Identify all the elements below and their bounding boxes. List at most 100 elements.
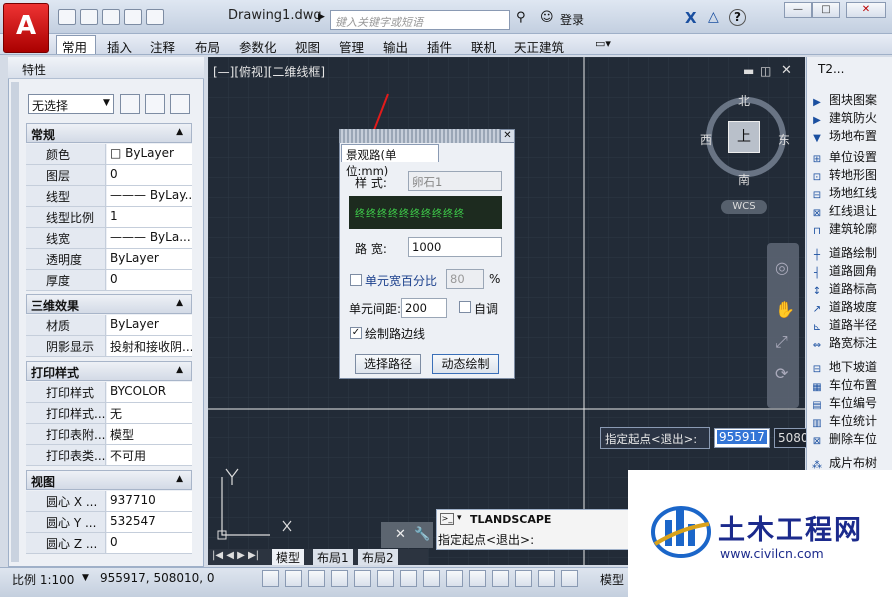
property-row[interactable]: 材质 ByLayer [26,315,192,336]
polar-tracking-icon[interactable] [354,570,371,587]
section-general[interactable]: 常规 ▲ [26,123,192,143]
quick-select-icon[interactable] [170,94,190,114]
chevron-down-icon[interactable]: ▾ [457,513,462,523]
property-row[interactable]: 阴影显示 投射和接收阴... [26,336,192,357]
property-value[interactable]: 模型 [107,424,192,444]
viewport-close-icon[interactable]: ✕ [781,63,792,78]
property-value[interactable]: □ ByLayer [107,144,192,164]
help-button[interactable]: ? [729,9,746,26]
property-value[interactable]: 937710 [107,491,192,511]
object-snap-icon[interactable] [377,570,394,587]
minimize-button[interactable]: — [784,2,812,18]
show-lineweight-icon[interactable] [492,570,509,587]
quick-properties-icon[interactable] [538,570,555,587]
property-value[interactable]: 0 [107,270,192,290]
section-3d-effects[interactable]: 三维效果 ▲ [26,294,192,314]
select-objects-icon[interactable] [145,94,165,114]
property-value[interactable]: 投射和接收阴... [107,336,192,356]
palette-item[interactable]: ⊓ 建筑轮廓 [810,220,892,238]
layout-tab-model[interactable]: 模型 [272,549,305,565]
property-row[interactable]: 打印表附... 模型 [26,424,192,445]
property-value[interactable]: BYCOLOR [107,382,192,402]
property-row[interactable]: 线型 ——— ByLay... [26,186,192,207]
close-button[interactable]: ✕ [846,2,886,18]
dialog-tab[interactable]: 景观路(单位:mm) [341,144,439,178]
tab-output[interactable]: 输出 [383,37,408,56]
tab-online[interactable]: 联机 [471,37,496,56]
property-row[interactable]: 颜色 □ ByLayer [26,144,192,165]
palette-item[interactable]: ▶ 建筑防火 [810,109,892,127]
style-field[interactable]: 卵石1 [408,171,502,191]
section-plot-style[interactable]: 打印样式 ▲ [26,361,192,381]
search-input[interactable]: 键入关键字或短语 [330,10,510,30]
grid-display-icon[interactable] [308,570,325,587]
expand-arrow-icon[interactable]: ▶ [318,12,325,22]
steering-wheel-icon[interactable]: ◎ [775,258,789,277]
dialog-close-button[interactable]: ✕ [500,129,515,143]
user-icon[interactable]: ☺ [540,10,554,25]
compass-west[interactable]: 西 [700,131,712,148]
transparency-icon[interactable] [515,570,532,587]
property-value[interactable]: ByLayer [107,249,192,269]
collapse-icon[interactable]: ▲ [176,298,183,308]
exchange-icon[interactable]: X [685,9,697,27]
3d-object-snap-icon[interactable] [400,570,417,587]
palette-item[interactable]: ▶ 图块图案 [810,91,892,109]
login-button[interactable]: 登录 [560,11,584,28]
property-value[interactable]: 不可用 [107,445,192,465]
layout-tab-layout2[interactable]: 布局2 [358,549,398,565]
zoom-icon[interactable]: ⤢ [775,332,788,352]
property-value[interactable]: ByLayer [107,315,192,335]
palette-item[interactable]: ↗ 道路坡度 [810,298,892,316]
palette-item[interactable]: ⊞ 单位设置 [810,148,892,166]
tab-parametric[interactable]: 参数化 [239,37,277,56]
tab-annotate[interactable]: 注释 [150,37,175,56]
tab-nav-arrows[interactable]: |◀ ◀ ▶ ▶| [212,550,259,561]
tab-tangent-arch[interactable]: 天正建筑 [514,37,564,56]
property-value[interactable]: ——— ByLay... [107,186,192,206]
ortho-mode-icon[interactable] [331,570,348,587]
property-value[interactable]: 0 [107,533,192,553]
unit-percent-checkbox[interactable] [350,274,362,286]
save-as-icon[interactable] [124,9,142,25]
palette-item[interactable]: ⊟ 场地红线 [810,184,892,202]
tab-home[interactable]: 常用 [62,37,87,56]
collapse-icon[interactable]: ▲ [176,474,183,484]
selection-dropdown[interactable]: 无选择 [28,94,114,114]
compass-north[interactable]: 北 [738,92,750,109]
compass-south[interactable]: 南 [738,171,750,188]
palette-item[interactable]: ▥ 车位统计 [810,412,892,430]
select-path-button[interactable]: 选择路径 [355,354,421,374]
property-row[interactable]: 线宽 ——— ByLa... [26,228,192,249]
property-value[interactable]: 无 [107,403,192,423]
property-row[interactable]: 厚度 0 [26,270,192,291]
infer-constraints-icon[interactable] [262,570,279,587]
property-row[interactable]: 打印样式 BYCOLOR [26,382,192,403]
property-row[interactable]: 圆心 Z ... 0 [26,533,192,554]
snap-mode-icon[interactable] [285,570,302,587]
command-prompt-icon[interactable]: >_ [440,513,454,525]
palette-item[interactable]: ⇔ 路宽标注 [810,334,892,352]
collapse-icon[interactable]: ▲ [176,127,183,137]
viewport-restore-icon[interactable]: ◫ [760,64,771,78]
tab-insert[interactable]: 插入 [107,37,132,56]
save-icon[interactable] [102,9,120,25]
viewcube-top-face[interactable]: 上 [728,121,760,153]
open-file-icon[interactable] [80,9,98,25]
unit-spacing-input[interactable]: 200 [401,298,447,318]
chevron-down-icon[interactable]: ▼ [103,98,110,108]
width-input[interactable]: 1000 [408,237,502,257]
palette-item[interactable]: ⊠ 红线退让 [810,202,892,220]
dynamic-ucs-icon[interactable] [446,570,463,587]
panel-grip[interactable] [11,82,19,562]
palette-item[interactable]: ⊟ 地下坡道 [810,358,892,376]
viewport-minimize-icon[interactable]: ▬ [743,64,754,78]
section-view[interactable]: 视图 ▲ [26,470,192,490]
palette-item[interactable]: ⊠ 删除车位 [810,430,892,448]
orbit-icon[interactable]: ⟳ [775,364,788,383]
property-value[interactable]: 532547 [107,512,192,532]
property-value[interactable]: 0 [107,165,192,185]
application-menu-button[interactable]: A [3,3,49,53]
community-icon[interactable]: △ [708,9,719,25]
property-value[interactable]: ——— ByLa... [107,228,192,248]
